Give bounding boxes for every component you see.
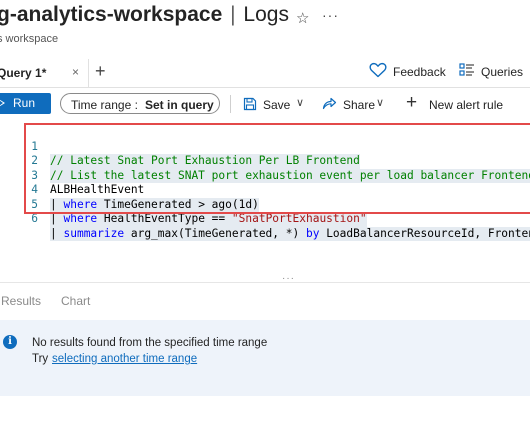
tab-chart[interactable]: Chart (61, 294, 90, 308)
play-icon-inner (0, 100, 3, 106)
feedback-button[interactable]: Feedback (393, 65, 446, 79)
run-button[interactable]: Run (0, 93, 51, 114)
code-text: arg_max(TimeGenerated, *) (124, 226, 306, 240)
section-name: Logs (243, 3, 289, 26)
queries-icon[interactable] (459, 63, 475, 82)
try-label: Try (32, 353, 49, 365)
time-range-value: Set in query (145, 98, 214, 112)
share-button[interactable]: Share (343, 98, 375, 112)
code-text: LoadBalancerResourceId, FrontendIP (326, 226, 530, 240)
no-results-message: No results found from the specified time… (32, 337, 268, 349)
workspace-subtitle: s workspace (0, 33, 59, 45)
close-icon[interactable]: × (72, 65, 79, 79)
save-button[interactable]: Save (263, 98, 290, 112)
share-icon[interactable] (322, 96, 337, 115)
tab-results[interactable]: Results (1, 294, 41, 308)
tab-query-1-label[interactable]: Query 1* (0, 66, 46, 80)
code-keyword: by (305, 226, 320, 240)
star-icon[interactable]: ☆ (296, 9, 309, 27)
heart-icon[interactable] (369, 62, 387, 83)
info-icon: i (3, 335, 17, 349)
plus-icon[interactable]: + (406, 92, 417, 114)
editor-highlight-box (24, 123, 530, 214)
new-alert-rule-button[interactable]: New alert rule (429, 98, 503, 112)
more-icon[interactable]: ··· (322, 7, 339, 23)
save-icon[interactable] (243, 97, 257, 116)
title-separator: | (230, 3, 236, 26)
workspace-name: g-analytics-workspace (0, 3, 223, 26)
time-range-picker[interactable]: Time range : Set in query (60, 93, 220, 114)
pane-divider (0, 282, 530, 283)
add-tab-icon[interactable]: + (95, 61, 106, 82)
line-number: 6 (31, 212, 38, 225)
run-label: Run (13, 96, 36, 110)
select-time-range-link[interactable]: selecting another time range (52, 353, 197, 365)
chevron-down-icon[interactable]: ∨ (296, 96, 304, 109)
chevron-down-icon[interactable]: ∨ (376, 96, 384, 109)
workspace-title: g-analytics-workspace | Logs (0, 3, 289, 27)
queries-button[interactable]: Queries (481, 65, 523, 79)
toolbar-divider (230, 95, 231, 113)
time-range-key: Time range : (71, 98, 138, 112)
code-pipe: | (50, 226, 64, 240)
code-keyword: summarize (63, 226, 125, 240)
tabbar-divider (0, 87, 530, 88)
